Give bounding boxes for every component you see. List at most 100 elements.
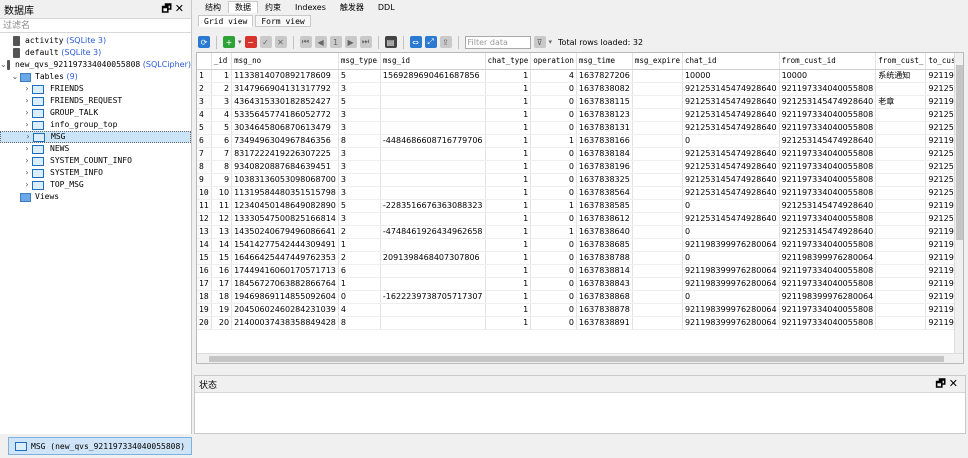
table-cell[interactable]: 1 — [485, 186, 532, 200]
table-cell[interactable]: 4 — [338, 303, 381, 317]
table-cell[interactable] — [632, 160, 683, 174]
table-cell[interactable]: 1 — [485, 225, 532, 239]
tab-1[interactable]: 数据 — [228, 1, 258, 13]
filter-data-input[interactable]: Filter data — [464, 35, 531, 49]
table-cell[interactable]: 1637838843 — [576, 277, 633, 291]
add-row-icon[interactable]: + — [223, 36, 235, 48]
table-cell[interactable]: 0 — [530, 186, 577, 200]
table-cell[interactable] — [380, 95, 486, 109]
table-cell[interactable]: 921197334040055808 — [779, 238, 877, 252]
tree-item-table[interactable]: › FRIENDS_REQUEST — [0, 95, 191, 107]
table-cell[interactable]: 1637838184 — [576, 147, 633, 161]
table-cell[interactable]: 15414277542444309491 — [231, 238, 339, 252]
table-cell[interactable] — [632, 69, 683, 83]
table-cell[interactable]: 15 — [211, 251, 233, 265]
table-cell[interactable] — [632, 290, 683, 304]
table-cell[interactable]: 921197334040055808 — [779, 121, 877, 135]
table-cell[interactable]: 1637838585 — [576, 199, 633, 213]
table-row[interactable]: 4 4 5335645774186052772 3 1 0 1637838123 921253… — [197, 108, 963, 122]
dropdown-icon[interactable]: ▾ — [238, 38, 242, 46]
table-cell[interactable]: 1637838685 — [576, 238, 633, 252]
table-cell[interactable]: 1 — [485, 238, 532, 252]
table-row[interactable]: 7 7 8317222419226307225 3 1 0 1637838184 921253… — [197, 147, 963, 161]
table-cell[interactable]: 921253145474928640 — [682, 186, 780, 200]
table-cell[interactable] — [380, 303, 486, 317]
table-row[interactable]: 16 16 17449416060170571713 6 1 0 1637838814 921… — [197, 264, 963, 278]
chevron-right-icon[interactable]: › — [22, 107, 32, 119]
prev-page-icon[interactable]: ◀ — [314, 36, 327, 48]
table-row[interactable]: 11 11 12340450148649082890 5 -22835166763630… — [197, 199, 963, 213]
table-cell[interactable]: 1637838814 — [576, 264, 633, 278]
commit-icon[interactable]: ✓ — [259, 36, 272, 48]
table-cell[interactable]: 921253145474928640 — [682, 147, 780, 161]
tree-item-table[interactable]: › MSG — [0, 131, 191, 143]
table-cell[interactable]: 921197334040055808 — [779, 173, 877, 187]
table-cell[interactable]: 921197334040055808 — [779, 147, 877, 161]
column-header[interactable]: from_cust_ — [875, 53, 927, 70]
table-cell[interactable]: 18 — [211, 290, 233, 304]
table-cell[interactable]: 7 — [211, 147, 233, 161]
table-cell[interactable]: 1637838891 — [576, 316, 633, 330]
table-cell[interactable] — [632, 186, 683, 200]
filter-icon[interactable]: ⊽ — [533, 36, 546, 48]
table-cell[interactable]: 5 — [338, 199, 381, 213]
table-cell[interactable]: 921253145474928640 — [779, 225, 877, 239]
table-cell[interactable]: 3 — [338, 108, 381, 122]
tab-5[interactable]: DDL — [371, 1, 402, 13]
table-row[interactable]: 9 9 10383136053098068700 3 1 0 1637838325 92125… — [197, 173, 963, 187]
refresh-icon[interactable]: ⟳ — [198, 36, 210, 48]
table-cell[interactable]: 10 — [211, 186, 233, 200]
table-cell[interactable]: 1 — [485, 108, 532, 122]
panel-controls[interactable]: 🗗✕ — [161, 0, 187, 19]
table-cell[interactable]: 921253145474928640 — [682, 121, 780, 135]
tree-item-db-activity[interactable]: activity (SQLite 3) — [0, 35, 191, 47]
table-row[interactable]: 17 17 18456727063882866764 1 1 0 1637838843 921… — [197, 277, 963, 291]
table-cell[interactable]: 1637838123 — [576, 108, 633, 122]
table-row[interactable]: 19 19 20450602460284231039 4 1 0 1637838878 921… — [197, 303, 963, 317]
table-cell[interactable]: 0 — [530, 95, 577, 109]
table-cell[interactable]: 4364315330182852427 — [231, 95, 339, 109]
table-cell[interactable]: 1569289690461687856 — [380, 69, 486, 83]
table-cell[interactable] — [380, 277, 486, 291]
table-cell[interactable]: 3 — [338, 82, 381, 96]
tree-item-table[interactable]: › SYSTEM_COUNT_INFO — [0, 155, 191, 167]
table-row[interactable]: 10 10 11319584480351515798 3 1 0 1637838564 921… — [197, 186, 963, 200]
table-cell[interactable] — [380, 121, 486, 135]
table-cell[interactable] — [632, 238, 683, 252]
table-cell[interactable]: 1 — [485, 69, 532, 83]
table-cell[interactable]: 5 — [338, 69, 381, 83]
chevron-down-icon[interactable]: ⌄ — [10, 71, 20, 83]
table-cell[interactable] — [380, 160, 486, 174]
column-header[interactable]: chat_id — [682, 53, 780, 70]
table-cell[interactable] — [380, 186, 486, 200]
table-cell[interactable]: 系统通知 — [875, 69, 927, 83]
tree-item-table[interactable]: › NEWS — [0, 143, 191, 155]
table-cell[interactable]: 0 — [682, 290, 780, 304]
table-cell[interactable] — [875, 173, 927, 187]
subtab-0[interactable]: Grid view — [198, 15, 254, 27]
table-cell[interactable]: 21400037438358849428 — [231, 316, 339, 330]
table-cell[interactable]: 921253145474928640 — [779, 95, 877, 109]
horizontal-scrollbar[interactable] — [197, 353, 963, 363]
table-cell[interactable]: 0 — [530, 264, 577, 278]
table-cell[interactable]: 19469869114855092604 — [231, 290, 339, 304]
table-cell[interactable]: 0 — [530, 147, 577, 161]
table-cell[interactable]: 921198399976280064 — [682, 277, 780, 291]
table-cell[interactable]: 921198399976280064 — [682, 238, 780, 252]
table-cell[interactable]: 19 — [211, 303, 233, 317]
table-cell[interactable]: 921253145474928640 — [682, 173, 780, 187]
data-grid[interactable]: _id msg_no msg_type msg_id chat_type operatio… — [196, 52, 964, 364]
table-cell[interactable]: 1637827206 — [576, 69, 633, 83]
table-cell[interactable]: 0 — [530, 121, 577, 135]
export-icon[interactable]: ⇪ — [439, 36, 452, 48]
table-cell[interactable] — [632, 147, 683, 161]
table-cell[interactable]: 1637838878 — [576, 303, 633, 317]
table-cell[interactable] — [632, 108, 683, 122]
table-cell[interactable]: 3147966904131317792 — [231, 82, 339, 96]
table-cell[interactable]: 1 — [485, 121, 532, 135]
tab-0[interactable]: 结构 — [198, 1, 228, 13]
table-cell[interactable]: 1 — [485, 160, 532, 174]
table-cell[interactable]: 1 — [485, 251, 532, 265]
chevron-down-icon[interactable]: ⌄ — [0, 59, 7, 71]
table-cell[interactable]: 921197334040055808 — [779, 264, 877, 278]
